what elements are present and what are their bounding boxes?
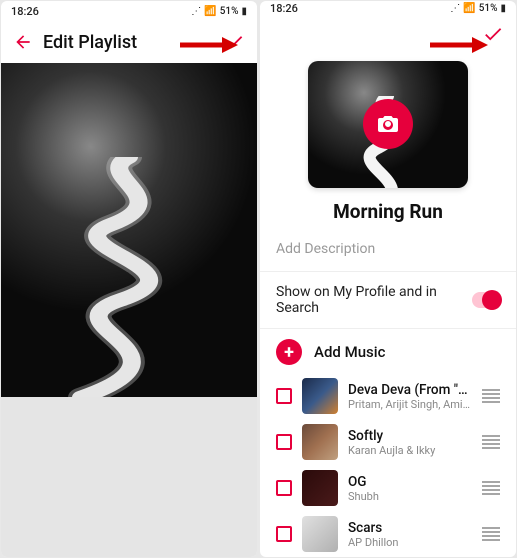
- song-artist: Karan Aujla & Ikky: [348, 444, 472, 457]
- signal-icon: 📶: [204, 6, 216, 17]
- song-artwork: [302, 470, 338, 506]
- songs-list: Deva Deva (From "Brah… Pritam, Arijit Si…: [260, 373, 516, 557]
- battery-text: 51%: [479, 3, 498, 14]
- wifi-icon: ⋰: [450, 3, 460, 14]
- drag-handle-icon[interactable]: [482, 481, 500, 495]
- description-input[interactable]: Add Description: [260, 241, 516, 271]
- checkbox[interactable]: [276, 526, 292, 542]
- song-row[interactable]: Deva Deva (From "Brah… Pritam, Arijit Si…: [276, 373, 500, 419]
- status-bar: 18:26 ⋰ 📶 51% ▮: [1, 1, 257, 21]
- song-artwork: [302, 516, 338, 552]
- page-title: Edit Playlist: [43, 32, 137, 53]
- phone-right: 18:26 ⋰ 📶 51% ▮ Morning Run: [260, 1, 516, 557]
- playlist-name[interactable]: Morning Run: [260, 200, 516, 223]
- signal-icon: 📶: [463, 3, 475, 14]
- song-title: Scars: [348, 520, 472, 536]
- song-artwork: [302, 378, 338, 414]
- battery-icon: ▮: [241, 6, 247, 17]
- add-music-label: Add Music: [314, 343, 385, 361]
- toggle-label: Show on My Profile and in Search: [276, 284, 472, 316]
- checkbox[interactable]: [276, 434, 292, 450]
- battery-text: 51%: [220, 6, 239, 17]
- status-bar: 18:26 ⋰ 📶 51% ▮: [260, 1, 516, 17]
- song-row[interactable]: OG Shubh: [276, 465, 500, 511]
- song-title: Softly: [348, 428, 472, 444]
- checkbox[interactable]: [276, 480, 292, 496]
- song-artist: Pritam, Arijit Singh, Amitabh Bha…: [348, 398, 472, 411]
- camera-icon: [376, 112, 400, 136]
- toggle-switch[interactable]: [472, 292, 500, 308]
- plus-icon[interactable]: +: [276, 339, 302, 365]
- song-artwork: [302, 424, 338, 460]
- status-icons: ⋰ 📶 51% ▮: [450, 3, 506, 14]
- checkbox[interactable]: [276, 388, 292, 404]
- status-time: 18:26: [11, 5, 39, 18]
- playlist-cover-card[interactable]: [308, 61, 468, 189]
- song-row[interactable]: Softly Karan Aujla & Ikky: [276, 419, 500, 465]
- status-icons: ⋰ 📶 51% ▮: [191, 6, 247, 17]
- playlist-cover-image: [1, 63, 257, 397]
- below-cover-area: [1, 397, 257, 557]
- status-time: 18:26: [270, 2, 298, 15]
- show-on-profile-row[interactable]: Show on My Profile and in Search: [260, 272, 516, 328]
- song-title: OG: [348, 474, 472, 490]
- camera-button[interactable]: [363, 99, 413, 149]
- wifi-icon: ⋰: [191, 6, 201, 17]
- phone-left: 18:26 ⋰ 📶 51% ▮ Edit Playlist: [1, 1, 257, 557]
- song-artist: Shubh: [348, 490, 472, 503]
- header: [260, 17, 516, 51]
- battery-icon: ▮: [500, 3, 506, 14]
- add-music-row[interactable]: + Add Music: [260, 329, 516, 373]
- drag-handle-icon[interactable]: [482, 389, 500, 403]
- header: Edit Playlist: [1, 21, 257, 63]
- drag-handle-icon[interactable]: [482, 527, 500, 541]
- song-row[interactable]: Scars AP Dhillon: [276, 511, 500, 557]
- cover-image-area[interactable]: [1, 63, 257, 397]
- song-title: Deva Deva (From "Brah…: [348, 382, 472, 398]
- confirm-icon[interactable]: [482, 23, 504, 45]
- drag-handle-icon[interactable]: [482, 435, 500, 449]
- song-artist: AP Dhillon: [348, 536, 472, 549]
- confirm-icon[interactable]: [223, 31, 245, 53]
- back-icon[interactable]: [13, 32, 33, 52]
